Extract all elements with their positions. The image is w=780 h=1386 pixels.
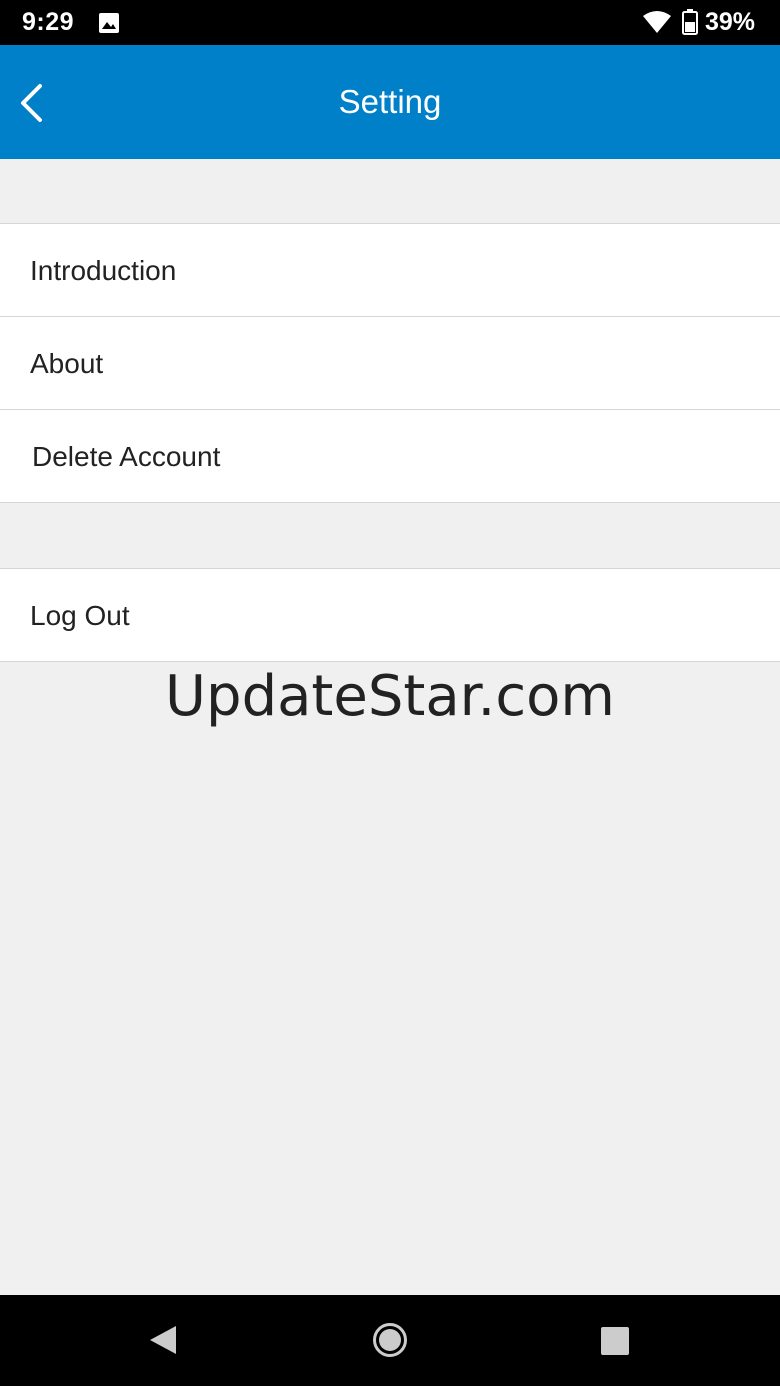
logout-menu-group: Log Out: [0, 568, 780, 662]
battery-icon: [682, 9, 698, 35]
gallery-icon: [99, 13, 119, 33]
status-bar: 9:29 39%: [0, 0, 780, 45]
menu-item-label: Log Out: [30, 600, 130, 631]
menu-item-about[interactable]: About: [0, 317, 780, 410]
home-circle-icon[interactable]: [372, 1322, 408, 1358]
menu-item-label: About: [30, 348, 104, 379]
app-bar: Setting: [0, 45, 780, 159]
wifi-icon: [643, 11, 671, 33]
status-time: 9:29: [22, 8, 75, 36]
settings-menu-group: Introduction About Delete Account: [0, 223, 780, 503]
battery-percentage: 39%: [705, 8, 756, 36]
menu-item-delete-account[interactable]: Delete Account: [0, 410, 780, 502]
watermark-text: UpdateStar.com: [165, 664, 615, 729]
menu-item-label: Delete Account: [32, 441, 221, 472]
back-triangle-icon[interactable]: [146, 1323, 180, 1357]
menu-item-log-out[interactable]: Log Out: [0, 569, 780, 661]
menu-item-introduction[interactable]: Introduction: [0, 224, 780, 317]
recents-square-icon[interactable]: [600, 1326, 630, 1356]
system-nav-bar: [0, 1295, 780, 1386]
menu-item-label: Introduction: [30, 255, 177, 286]
page-title: Setting: [338, 83, 442, 120]
